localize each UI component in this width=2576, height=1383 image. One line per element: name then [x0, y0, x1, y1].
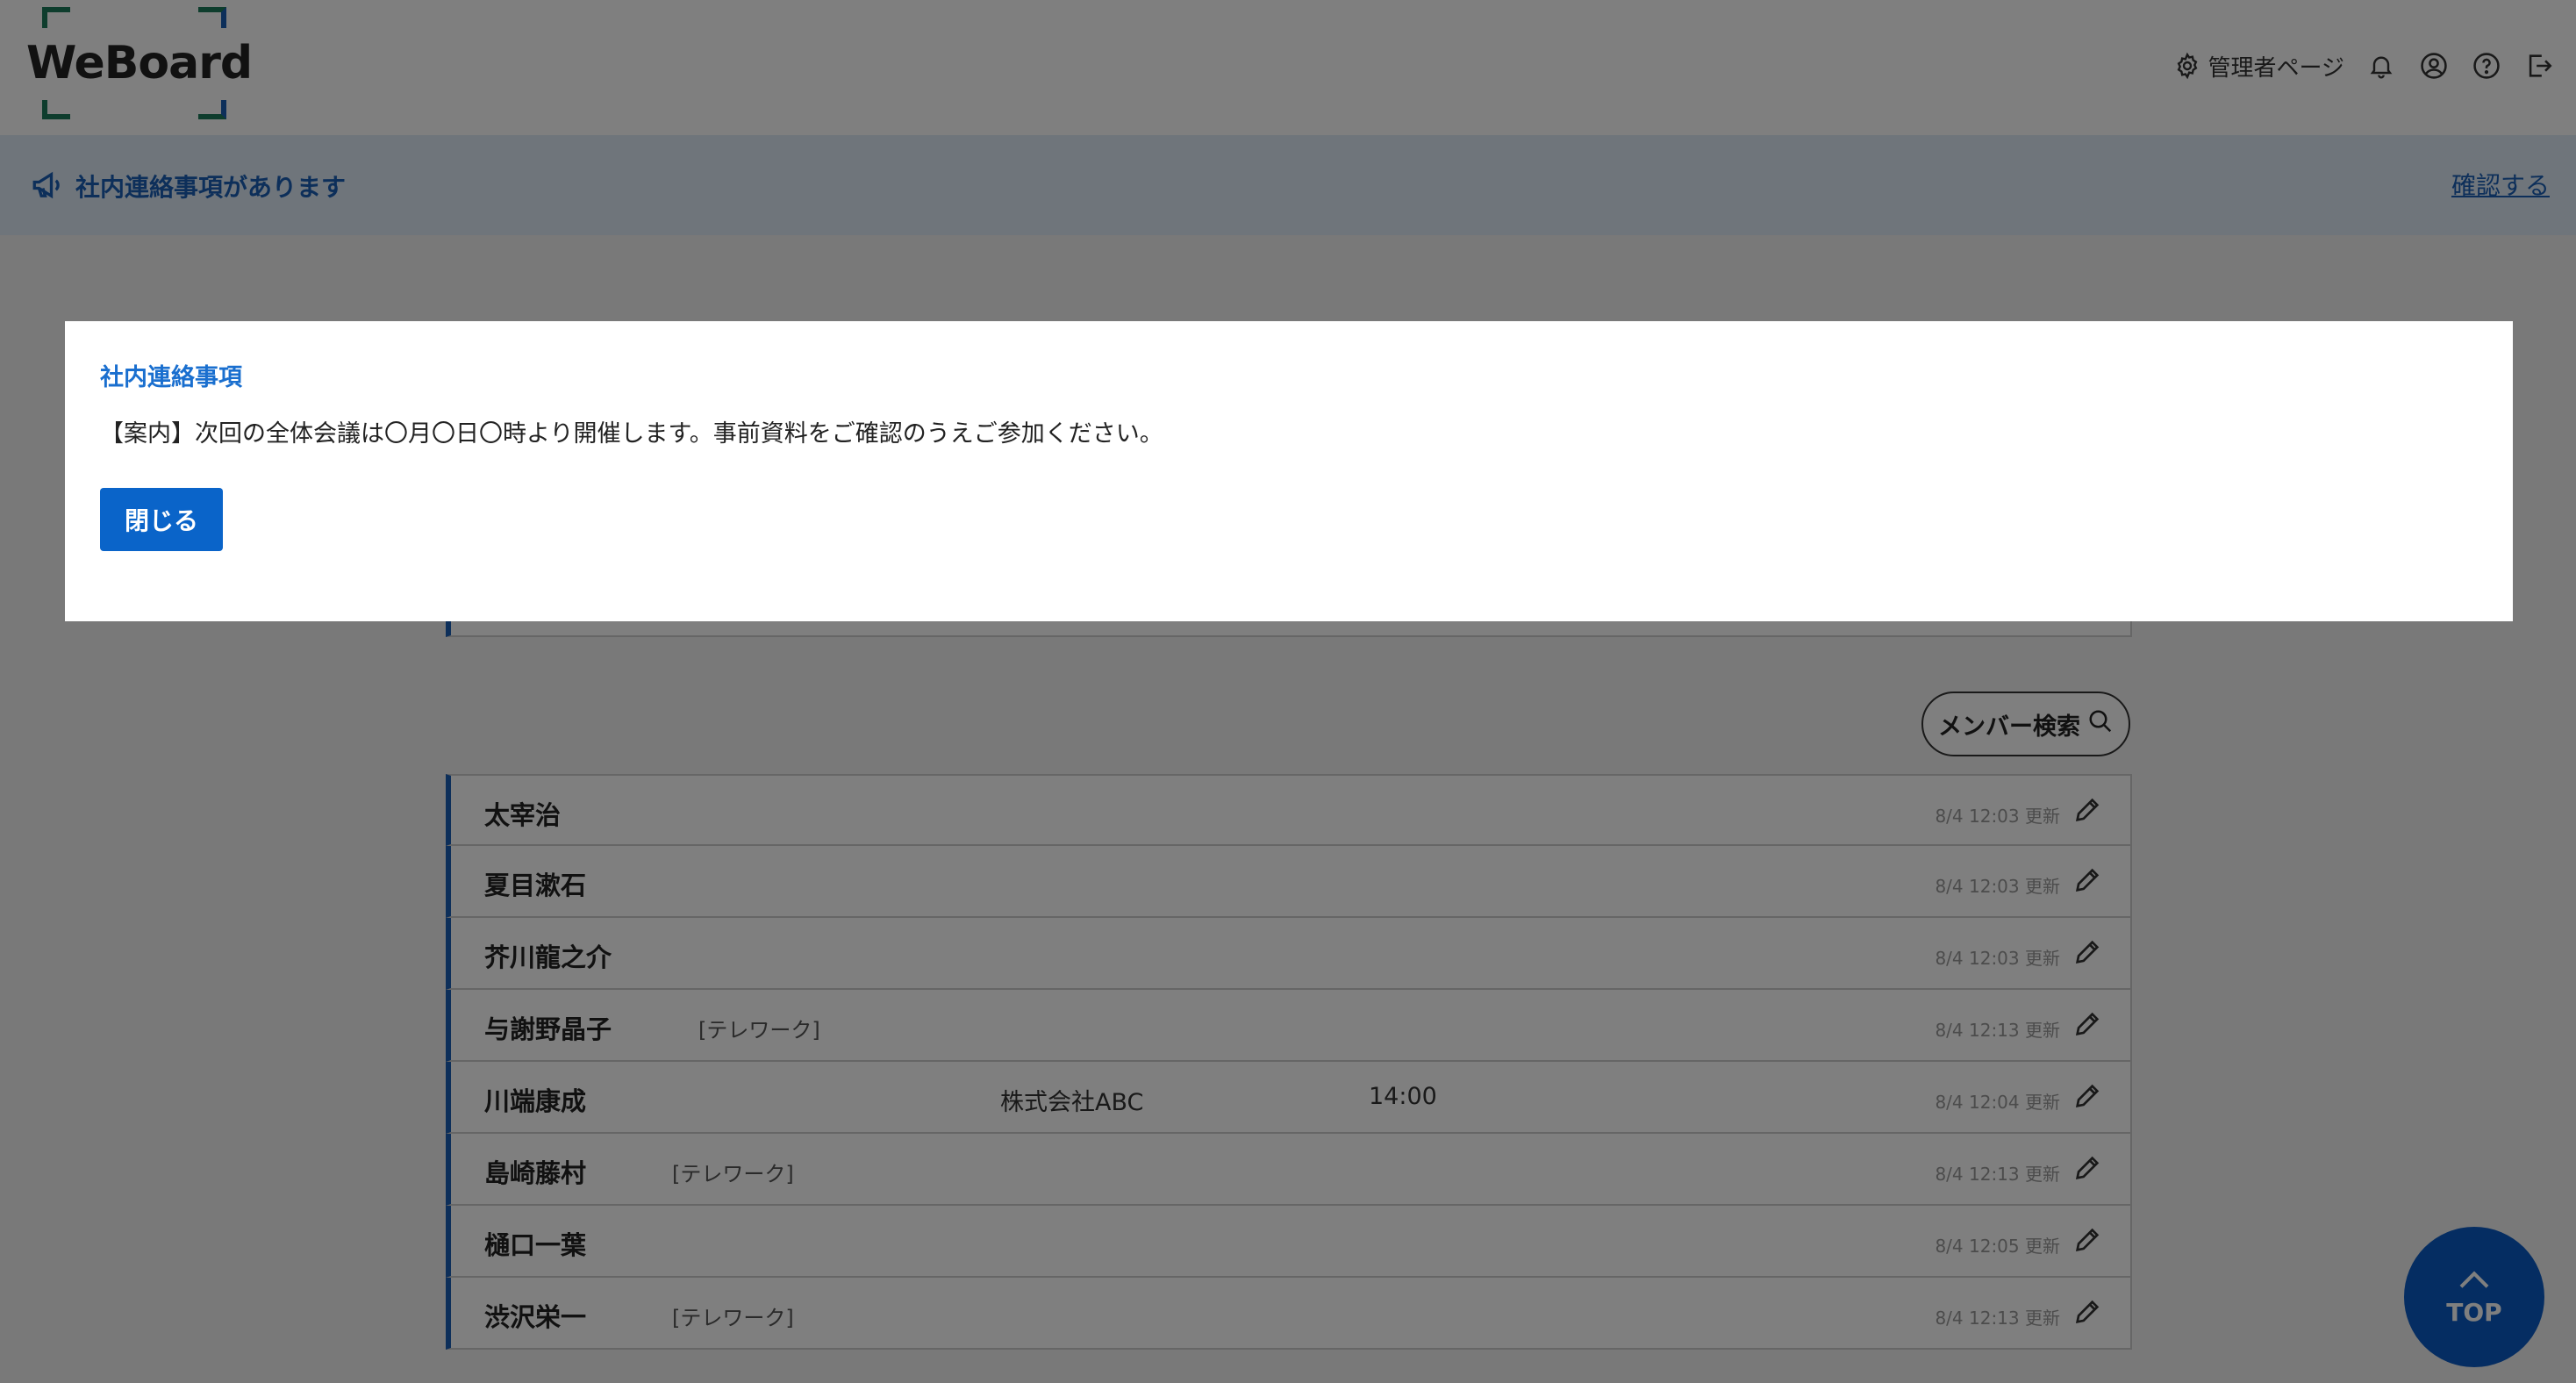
notice-modal: 社内連絡事項 【案内】次回の全体会議は〇月〇日〇時より開催します。事前資料をご確… [65, 321, 2513, 621]
close-button[interactable]: 閉じる [100, 488, 223, 551]
modal-title: 社内連絡事項 [100, 364, 242, 391]
modal-body: 【案内】次回の全体会議は〇月〇日〇時より開催します。事前資料をご確認のうえご参加… [100, 420, 1163, 448]
page: WeBoard 管理者ページ [0, 0, 2576, 1383]
modal-backdrop[interactable] [0, 0, 2576, 1383]
